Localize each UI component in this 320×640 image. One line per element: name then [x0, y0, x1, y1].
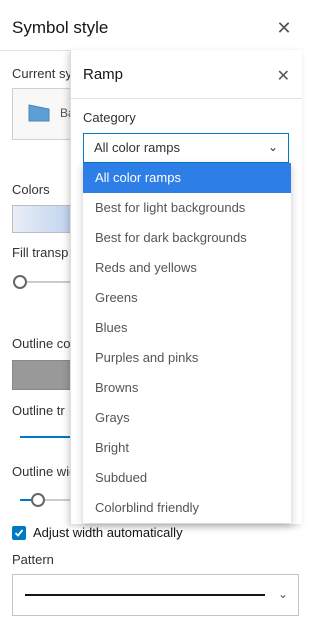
ramp-title: Ramp: [83, 66, 124, 83]
category-option[interactable]: Browns: [83, 373, 291, 403]
outline-color-swatch[interactable]: [12, 360, 74, 390]
category-option[interactable]: Purples and pinks: [83, 343, 291, 373]
fill-transparency-label: Fill transp: [12, 245, 69, 260]
category-option-label: Best for light backgrounds: [95, 200, 246, 215]
pattern-label: Pattern: [12, 552, 54, 567]
category-option-label: All color ramps: [95, 170, 181, 185]
category-option[interactable]: Bright: [83, 433, 291, 463]
category-option-label: Subdued: [95, 470, 148, 485]
ramp-header: Ramp ✕: [71, 50, 302, 99]
category-option-label: Colorblind friendly: [95, 500, 200, 515]
category-label: Category: [83, 110, 136, 125]
category-option-label: Grays: [95, 410, 130, 425]
polygon-symbol-icon: [28, 104, 50, 122]
close-icon[interactable]: ✕: [275, 18, 293, 39]
category-select[interactable]: All color ramps ⌄: [83, 133, 289, 163]
category-option-label: Purples and pinks: [95, 350, 199, 365]
category-select-value: All color ramps: [94, 140, 180, 155]
category-option[interactable]: Grays: [83, 403, 291, 433]
category-dropdown: All color ramps Best for light backgroun…: [83, 163, 291, 523]
outline-transparency-slider[interactable]: [20, 436, 70, 438]
category-option[interactable]: All color ramps: [83, 163, 291, 193]
outline-width-label: Outline wid: [12, 464, 77, 479]
colors-label: Colors: [12, 182, 50, 197]
category-option[interactable]: Subdued: [83, 463, 291, 493]
category-option[interactable]: Blues: [83, 313, 291, 343]
color-ramp-swatch[interactable]: [12, 205, 78, 233]
category-option[interactable]: Best for dark backgrounds: [83, 223, 291, 253]
symbol-style-header: Symbol style ✕: [0, 4, 301, 51]
chevron-down-icon: ⌄: [267, 140, 278, 154]
outline-transparency-label: Outline tr: [12, 403, 65, 418]
adjust-width-checkbox[interactable]: [12, 526, 26, 540]
ramp-panel: Ramp ✕ Category All color ramps ⌄ All co…: [70, 50, 302, 524]
solid-line-pattern: [25, 594, 265, 596]
category-option-label: Best for dark backgrounds: [95, 230, 247, 245]
current-symbol-label: Current sy: [12, 66, 72, 81]
category-option[interactable]: Best for light backgrounds: [83, 193, 291, 223]
fill-transparency-thumb[interactable]: [13, 275, 27, 289]
current-symbol-preview[interactable]: Ba: [12, 88, 75, 140]
category-option[interactable]: Colorblind friendly: [83, 493, 291, 523]
outline-width-thumb[interactable]: [31, 493, 45, 507]
close-icon[interactable]: ✕: [277, 66, 290, 86]
chevron-down-icon: ⌄: [277, 587, 288, 601]
category-option-label: Greens: [95, 290, 138, 305]
category-option[interactable]: Reds and yellows: [83, 253, 291, 283]
panel-title: Symbol style: [12, 18, 109, 37]
category-option[interactable]: Greens: [83, 283, 291, 313]
outline-color-label: Outline co: [12, 336, 71, 351]
adjust-width-label: Adjust width automatically: [33, 525, 183, 540]
category-option-label: Reds and yellows: [95, 260, 197, 275]
fill-transparency-slider[interactable]: [20, 281, 70, 283]
check-icon: [14, 529, 24, 537]
category-option-label: Blues: [95, 320, 128, 335]
pattern-select[interactable]: ⌄: [12, 574, 299, 616]
category-option-label: Browns: [95, 380, 139, 395]
category-option-label: Bright: [95, 440, 129, 455]
